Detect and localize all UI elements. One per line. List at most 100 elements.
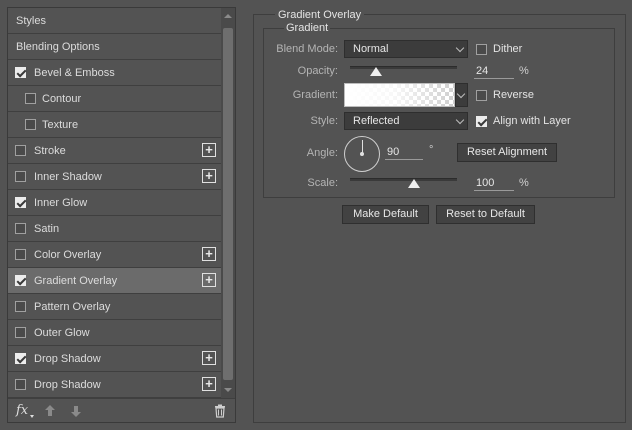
scale-label: Scale:: [307, 177, 338, 189]
gradient-overlay-title: Gradient Overlay: [275, 9, 365, 21]
style-item-stroke[interactable]: Stroke +: [8, 138, 221, 164]
bevel-emboss-checkbox[interactable]: [15, 67, 26, 78]
styles-header-label: Styles: [16, 14, 46, 27]
style-item-contour[interactable]: Contour: [8, 86, 221, 112]
style-item-inner-glow[interactable]: Inner Glow: [8, 190, 221, 216]
reverse-checkbox[interactable]: [476, 89, 487, 101]
style-item-outer-glow[interactable]: Outer Glow: [8, 320, 221, 346]
drop-shadow-2-checkbox[interactable]: [15, 379, 26, 390]
add-drop-shadow-2-plus-icon[interactable]: +: [202, 377, 216, 391]
dither-option[interactable]: Dither: [476, 43, 522, 55]
inner-glow-checkbox[interactable]: [15, 197, 26, 208]
contour-label: Contour: [42, 92, 82, 105]
chevron-down-icon: [456, 89, 466, 99]
add-stroke-plus-icon[interactable]: +: [202, 143, 216, 157]
dither-label: Dither: [493, 43, 523, 55]
satin-checkbox[interactable]: [15, 223, 26, 234]
outer-glow-checkbox[interactable]: [15, 327, 26, 338]
stroke-label: Stroke: [34, 144, 66, 157]
angle-dial[interactable]: [344, 136, 380, 172]
scale-input[interactable]: 100: [474, 176, 514, 191]
style-item-drop-shadow-2[interactable]: Drop Shadow +: [8, 372, 221, 398]
blend-mode-value: Normal: [353, 43, 389, 55]
align-with-layer-option[interactable]: Align with Layer: [476, 115, 571, 127]
inner-shadow-checkbox[interactable]: [15, 171, 26, 182]
opacity-label: Opacity:: [297, 65, 338, 77]
chevron-down-icon: [455, 115, 465, 125]
opacity-unit: %: [519, 65, 529, 77]
arrow-up-icon[interactable]: [44, 404, 56, 418]
styles-scrollbar[interactable]: [221, 8, 235, 398]
style-item-texture[interactable]: Texture: [8, 112, 221, 138]
fx-menu-arrow-icon: [30, 415, 34, 418]
styles-bottom-bar: fx: [8, 398, 235, 422]
style-item-color-overlay[interactable]: Color Overlay +: [8, 242, 221, 268]
scale-slider-thumb[interactable]: [408, 179, 421, 188]
texture-label: Texture: [42, 118, 79, 131]
fx-icon[interactable]: fx: [16, 403, 28, 418]
make-default-button[interactable]: Make Default: [342, 205, 429, 224]
align-with-layer-checkbox[interactable]: [476, 115, 487, 127]
drop-shadow-1-label: Drop Shadow: [34, 352, 101, 365]
outer-glow-label: Outer Glow: [34, 326, 90, 339]
opacity-slider-thumb[interactable]: [369, 67, 382, 76]
style-item-satin[interactable]: Satin: [8, 216, 221, 242]
scale-slider-track[interactable]: [350, 178, 457, 181]
opacity-input[interactable]: 24: [474, 64, 514, 79]
scroll-down-icon[interactable]: [224, 388, 232, 392]
style-item-gradient-overlay[interactable]: Gradient Overlay +: [8, 268, 221, 294]
style-label: Style:: [310, 115, 338, 127]
reset-alignment-button[interactable]: Reset Alignment: [457, 143, 557, 162]
styles-header[interactable]: Styles: [8, 8, 221, 34]
reset-to-default-button[interactable]: Reset to Default: [436, 205, 535, 224]
dither-checkbox[interactable]: [476, 43, 487, 55]
scale-unit: %: [519, 177, 529, 189]
pattern-overlay-label: Pattern Overlay: [34, 300, 111, 313]
add-drop-shadow-plus-icon[interactable]: +: [202, 351, 216, 365]
styles-panel: Styles Blending Options Bevel & Emboss C…: [7, 7, 236, 423]
gradient-picker-dropdown[interactable]: [455, 83, 468, 107]
add-gradient-overlay-plus-icon[interactable]: +: [202, 273, 216, 287]
pattern-overlay-checkbox[interactable]: [15, 301, 26, 312]
style-item-pattern-overlay[interactable]: Pattern Overlay: [8, 294, 221, 320]
color-overlay-checkbox[interactable]: [15, 249, 26, 260]
align-with-layer-label: Align with Layer: [493, 115, 571, 127]
drop-shadow-1-checkbox[interactable]: [15, 353, 26, 364]
scroll-up-icon[interactable]: [224, 14, 232, 18]
gradient-overlay-label: Gradient Overlay: [34, 274, 118, 287]
style-value: Reflected: [353, 115, 400, 127]
style-select[interactable]: Reflected: [344, 112, 468, 130]
color-overlay-label: Color Overlay: [34, 248, 102, 261]
add-inner-shadow-plus-icon[interactable]: +: [202, 169, 216, 183]
gradient-group-title: Gradient: [284, 22, 331, 34]
angle-unit: °: [429, 144, 434, 156]
styles-list: Styles Blending Options Bevel & Emboss C…: [8, 8, 221, 398]
texture-checkbox[interactable]: [25, 119, 36, 130]
style-item-drop-shadow-1[interactable]: Drop Shadow +: [8, 346, 221, 372]
angle-label: Angle:: [306, 147, 338, 159]
bevel-emboss-label: Bevel & Emboss: [34, 66, 115, 79]
chevron-down-icon: [455, 43, 465, 53]
trash-icon[interactable]: [214, 404, 226, 418]
angle-center-dot: [360, 152, 364, 156]
add-color-overlay-plus-icon[interactable]: +: [202, 247, 216, 261]
blend-mode-label: Blend Mode:: [276, 43, 338, 55]
blend-mode-select[interactable]: Normal: [344, 40, 468, 58]
style-item-inner-shadow[interactable]: Inner Shadow +: [8, 164, 221, 190]
style-item-bevel-emboss[interactable]: Bevel & Emboss: [8, 60, 221, 86]
blending-options-label: Blending Options: [16, 40, 100, 53]
reverse-label: Reverse: [493, 89, 534, 101]
angle-input[interactable]: 90: [385, 145, 423, 160]
gradient-preview-swatch[interactable]: [344, 83, 455, 107]
inner-shadow-label: Inner Shadow: [34, 170, 102, 183]
arrow-down-icon[interactable]: [70, 404, 82, 418]
scroll-thumb[interactable]: [223, 28, 233, 380]
stroke-checkbox[interactable]: [15, 145, 26, 156]
blending-options-item[interactable]: Blending Options: [8, 34, 221, 60]
reverse-option[interactable]: Reverse: [476, 89, 534, 101]
opacity-slider-track[interactable]: [350, 66, 457, 69]
gradient-overlay-checkbox[interactable]: [15, 275, 26, 286]
contour-checkbox[interactable]: [25, 93, 36, 104]
gradient-label: Gradient:: [292, 89, 338, 101]
satin-label: Satin: [34, 222, 60, 235]
